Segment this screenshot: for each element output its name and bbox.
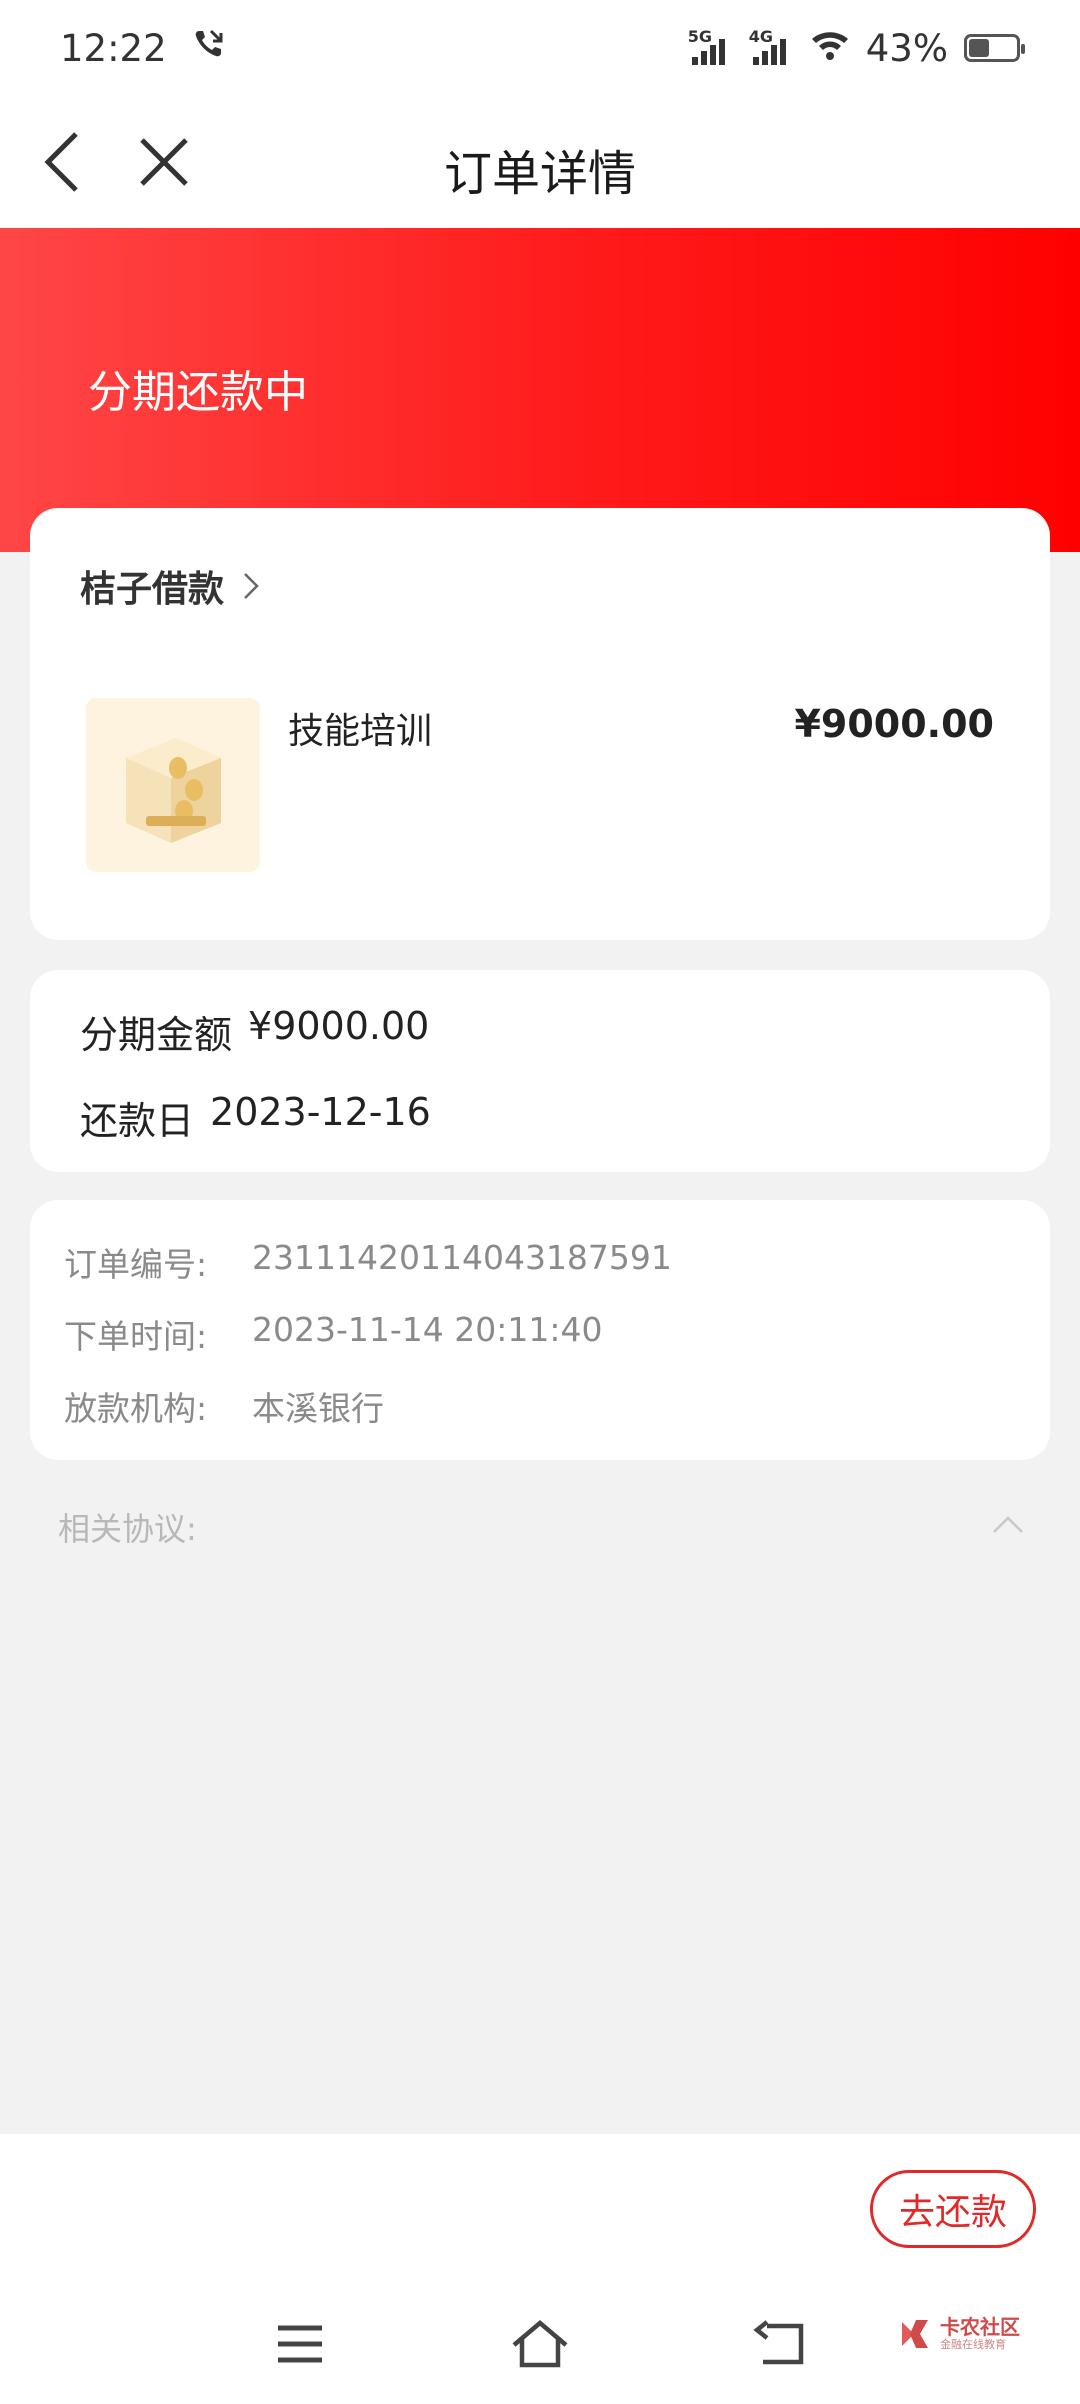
merchant-name: 桔子借款 [80, 569, 225, 610]
merchant-link[interactable]: 桔子借款 [80, 560, 260, 612]
menu-button[interactable] [260, 2304, 340, 2384]
installment-card: 分期金额 ¥9000.00 还款日 2023-12-16 [30, 970, 1050, 1172]
menu-icon [278, 2325, 322, 2363]
due-date-row: 还款日 2023-12-16 [80, 1090, 431, 1145]
order-time-value: 2023-11-14 20:11:40 [252, 1310, 603, 1349]
order-card: 桔子借款 技能培训 ¥9000.00 [30, 508, 1050, 940]
product-price: ¥9000.00 [794, 702, 994, 746]
due-date-value: 2023-12-16 [210, 1090, 431, 1134]
watermark-name: 卡农社区 [940, 2315, 1020, 2339]
back-nav-button[interactable] [740, 2304, 820, 2384]
status-time: 12:22 [60, 26, 167, 70]
back-nav-icon [753, 2320, 804, 2365]
order-number-row: 订单编号: 231114201140431875​91 [64, 1238, 672, 1286]
chevron-up-icon[interactable] [990, 1512, 1026, 1536]
lender-value: 本溪银行 [252, 1389, 384, 1428]
lender-row: 放款机构: 本溪银行 [64, 1382, 384, 1430]
chevron-right-icon [244, 573, 259, 599]
order-time-label: 下单时间: [64, 1317, 208, 1356]
wifi-icon [810, 27, 850, 70]
call-forward-icon [191, 27, 225, 70]
bottom-action-bar: 去还款 卡农社区 金融在线教育 [0, 2134, 1080, 2404]
coins-box-icon [126, 738, 221, 843]
lender-label: 放款机构: [64, 1389, 208, 1428]
installment-amount-label: 分期金额 [80, 1013, 233, 1057]
page-title: 订单详情 [443, 146, 636, 202]
home-icon [512, 2320, 568, 2368]
order-details-card: 订单编号: 231114201140431875​91 下单时间: 2023-1… [30, 1200, 1050, 1460]
battery-icon [964, 34, 1025, 62]
watermark-sub: 金融在线教育 [940, 2338, 1006, 2351]
status-banner: 分期还款中 [0, 228, 1080, 552]
status-bar: 12:22 5G 4G 43% [0, 0, 1080, 96]
installment-amount-row: 分期金额 ¥9000.00 [80, 1004, 429, 1059]
signal-5g-icon: 5G [688, 27, 725, 65]
battery-percent: 43% [865, 26, 948, 70]
order-number-value: 231114201140431875​91 [252, 1238, 672, 1277]
product-image [86, 698, 260, 872]
watermark-logo [902, 2320, 928, 2348]
order-time-row: 下单时间: 2023-11-14 20:11:40 [64, 1310, 602, 1358]
home-button[interactable] [500, 2304, 580, 2384]
watermark: 卡农社区 金融在线教育 [898, 2316, 1020, 2352]
signal-4g-icon: 4G [749, 27, 786, 65]
repay-button[interactable]: 去还款 [870, 2170, 1036, 2248]
installment-amount-value: ¥9000.00 [248, 1004, 430, 1048]
due-date-label: 还款日 [80, 1099, 195, 1143]
agreements-label: 相关协议: [58, 1510, 197, 1548]
order-status: 分期还款中 [88, 367, 308, 418]
product-name: 技能培训 [288, 711, 433, 752]
nav-bar: 订单详情 [0, 96, 1080, 228]
order-number-label: 订单编号: [64, 1245, 208, 1284]
